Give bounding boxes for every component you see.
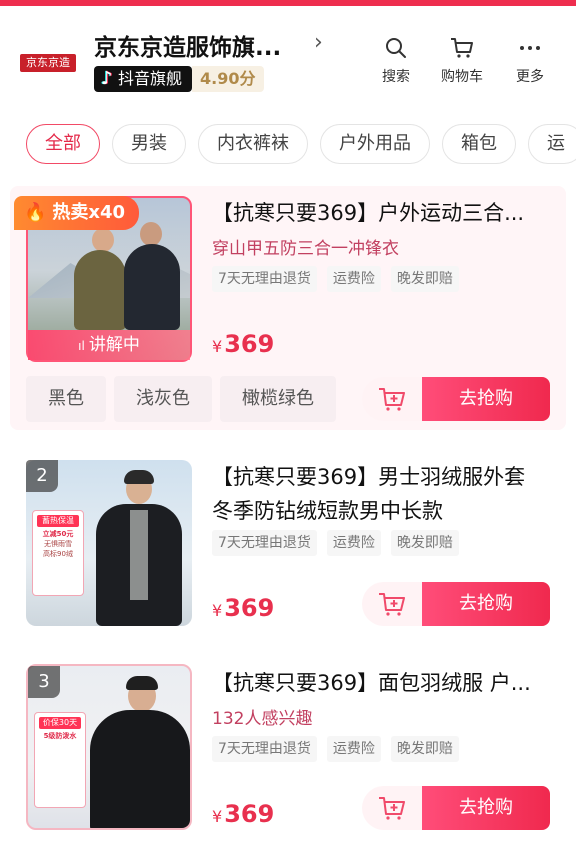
- service-tag: 7天无理由退货: [212, 266, 317, 292]
- shop-name[interactable]: 京东京造服饰旗...: [94, 28, 281, 62]
- service-tag: 运费险: [326, 736, 381, 762]
- product-price: ¥369: [212, 594, 274, 622]
- currency-symbol: ¥: [212, 807, 223, 826]
- service-tags: 7天无理由退货 运费险 晚发即赔: [212, 266, 459, 292]
- cart-label: 购物车: [441, 69, 483, 85]
- shop-header: 京东京造 京东京造服饰旗... › 抖音旗舰 4.90分 搜索 购物车 更多: [0, 6, 576, 106]
- product-price: ¥369: [212, 800, 274, 828]
- add-cart-icon: [379, 593, 405, 616]
- price-value: 369: [224, 800, 275, 828]
- service-tag: 晚发即赔: [390, 736, 459, 762]
- hot-sale-label: 热卖x40: [52, 202, 126, 223]
- platform-badge: 抖音旗舰: [94, 66, 193, 92]
- product-title[interactable]: 【抗寒只要369】户外运动三合...: [212, 198, 564, 228]
- category-tabs: 全部 男装 内衣裤袜 户外用品 箱包 运: [26, 124, 576, 164]
- color-options: 黑色 浅灰色 橄榄绿色: [26, 376, 336, 422]
- currency-symbol: ¥: [212, 337, 223, 356]
- service-tags: 7天无理由退货 运费险 晚发即赔: [212, 736, 459, 762]
- promo-card: 价保30天 5级防泼水: [34, 712, 86, 808]
- douyin-icon: [101, 66, 114, 92]
- add-to-cart-button[interactable]: [362, 582, 422, 626]
- price-value: 369: [224, 330, 275, 358]
- price-value: 369: [224, 594, 275, 622]
- promo-line: 无惧雨雪: [44, 540, 72, 548]
- promo-line: 5级防泼水: [43, 732, 77, 740]
- shop-badge-row: 抖音旗舰 4.90分: [94, 66, 264, 92]
- hot-sale-badge: 🔥 热卖x40: [14, 196, 140, 230]
- promo-card: 蓄热保温 立减50元 无惧雨雪 高标90绒: [32, 510, 84, 596]
- promo-line: 高标90绒: [43, 550, 73, 558]
- rank-badge: 2: [26, 460, 58, 492]
- add-to-cart-button[interactable]: [362, 377, 422, 421]
- model-jacket: [74, 250, 126, 330]
- product-interest-count: 132人感兴趣: [212, 709, 313, 729]
- model-hair: [124, 470, 154, 484]
- tab-menswear[interactable]: 男装: [112, 124, 186, 164]
- shop-logo[interactable]: 京东京造: [20, 54, 76, 72]
- service-tag: 运费险: [326, 266, 381, 292]
- model-head: [140, 222, 162, 246]
- color-option-olive-green[interactable]: 橄榄绿色: [220, 376, 336, 422]
- live-explaining-bar[interactable]: ıl 讲解中: [28, 330, 190, 360]
- shop-score: 4.90分: [192, 66, 264, 92]
- model-head: [92, 228, 114, 252]
- more-label: 更多: [516, 69, 544, 85]
- more-icon: [500, 34, 560, 62]
- tab-underwear[interactable]: 内衣裤袜: [198, 124, 308, 164]
- cart-button[interactable]: 购物车: [432, 34, 492, 86]
- product-subtitle: 穿山甲五防三合一冲锋衣: [212, 239, 399, 259]
- tab-bags[interactable]: 箱包: [442, 124, 516, 164]
- promo-tag: 价保30天: [39, 717, 81, 729]
- service-tag: 7天无理由退货: [212, 530, 317, 556]
- model-jacket: [124, 244, 180, 330]
- buy-now-button[interactable]: 去抢购: [422, 786, 550, 830]
- add-cart-icon: [379, 797, 405, 820]
- search-icon: [366, 34, 426, 62]
- add-cart-icon: [379, 388, 405, 411]
- color-option-light-gray[interactable]: 浅灰色: [114, 376, 212, 422]
- model-hair: [126, 676, 158, 690]
- chevron-right-icon[interactable]: ›: [314, 30, 323, 55]
- service-tag: 运费险: [326, 530, 381, 556]
- model-inner-shirt: [130, 510, 148, 600]
- service-tags: 7天无理由退货 运费险 晚发即赔: [212, 530, 459, 556]
- search-button[interactable]: 搜索: [366, 34, 426, 86]
- color-option-black[interactable]: 黑色: [26, 376, 106, 422]
- promo-tag: 蓄热保温: [37, 515, 79, 527]
- platform-badge-label: 抖音旗舰: [118, 69, 183, 88]
- service-tag: 7天无理由退货: [212, 736, 317, 762]
- promo-line: 立减50元: [42, 530, 74, 538]
- currency-symbol: ¥: [212, 601, 223, 620]
- search-label: 搜索: [382, 69, 410, 85]
- model-puffer-jacket: [90, 710, 190, 828]
- product-price: ¥369: [212, 330, 274, 358]
- buy-now-button[interactable]: 去抢购: [422, 582, 550, 626]
- service-tag: 晚发即赔: [390, 530, 459, 556]
- flame-icon: 🔥: [24, 202, 47, 223]
- add-to-cart-button[interactable]: [362, 786, 422, 830]
- cart-icon: [432, 34, 492, 62]
- product-title-line2[interactable]: 冬季防钻绒短款男中长款: [212, 496, 564, 526]
- service-tag: 晚发即赔: [390, 266, 459, 292]
- more-button[interactable]: 更多: [500, 34, 560, 86]
- live-label: 讲解中: [88, 335, 140, 355]
- tab-sports[interactable]: 运: [528, 124, 576, 164]
- product-title-line1[interactable]: 【抗寒只要369】男士羽绒服外套: [212, 462, 564, 492]
- tab-outdoor[interactable]: 户外用品: [320, 124, 430, 164]
- tab-all[interactable]: 全部: [26, 124, 100, 164]
- buy-now-button[interactable]: 去抢购: [422, 377, 550, 421]
- rank-badge: 3: [28, 666, 60, 698]
- live-bars-icon: ıl: [78, 339, 85, 353]
- product-title[interactable]: 【抗寒只要369】面包羽绒服 户...: [212, 668, 564, 698]
